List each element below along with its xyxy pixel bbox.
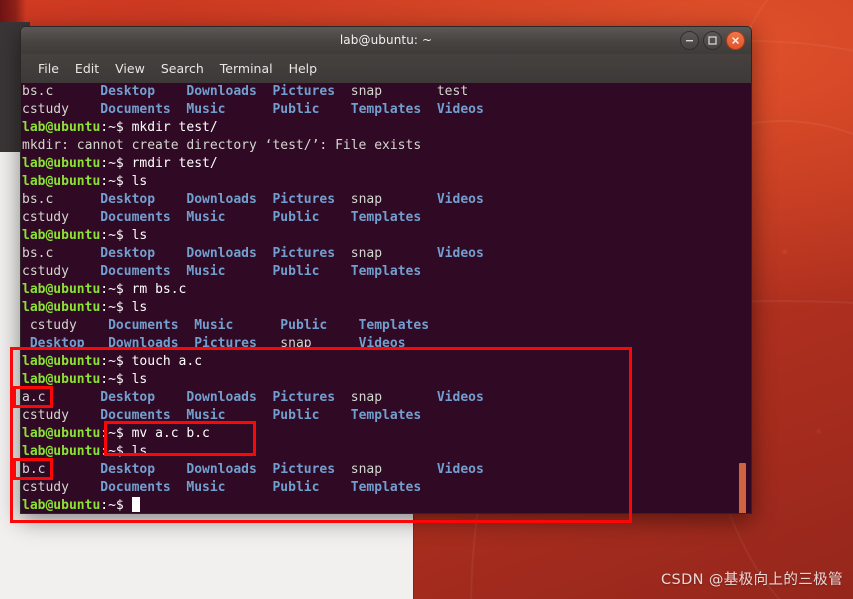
terminal-menubar: File Edit View Search Terminal Help (20, 54, 752, 83)
terminal-line: lab@ubuntu:~$ ls (22, 444, 148, 459)
terminal-line: b.c Desktop Downloads Pictures snap Vide… (22, 462, 484, 477)
maximize-button[interactable] (703, 31, 722, 50)
menu-search[interactable]: Search (153, 59, 212, 78)
close-icon (731, 36, 740, 45)
terminal-line: cstudy Documents Music Public Templates (22, 210, 437, 225)
terminal-line: bs.c Desktop Downloads Pictures snap Vid… (22, 192, 484, 207)
terminal-line: lab@ubuntu:~$ ls (22, 174, 148, 189)
terminal-line: lab@ubuntu:~$ ls (22, 228, 148, 243)
menu-edit[interactable]: Edit (67, 59, 107, 78)
terminal-line: mkdir: cannot create directory ‘test/’: … (22, 138, 422, 153)
terminal-line: cstudy Documents Music Public Templates (22, 408, 437, 423)
terminal-line: lab@ubuntu:~$ ls (22, 372, 148, 387)
terminal-line: cstudy Documents Music Public Templates (22, 480, 437, 495)
window-controls (680, 31, 745, 50)
terminal-line: cstudy Documents Music Public Templates (22, 264, 437, 279)
terminal-line: bs.c Desktop Downloads Pictures snap Vid… (22, 246, 484, 261)
menu-view[interactable]: View (107, 59, 153, 78)
terminal-line: cstudy Documents Music Public Templates … (22, 102, 484, 117)
terminal-line: lab@ubuntu:~$ mkdir test/ (22, 120, 218, 135)
menu-help[interactable]: Help (281, 59, 326, 78)
screen: lab@ubuntu: ~ File Edit View Search Term… (0, 0, 853, 599)
terminal-window[interactable]: lab@ubuntu: ~ File Edit View Search Term… (20, 26, 752, 514)
terminal-line: cstudy Documents Music Public Templates (29, 318, 430, 333)
terminal-scrollbar-thumb[interactable] (739, 463, 746, 513)
terminal-scrollbar[interactable] (739, 83, 749, 513)
menu-file[interactable]: File (30, 59, 67, 78)
close-button[interactable] (726, 31, 745, 50)
terminal-line: bs.c Desktop Downloads Pictures snap tes… (22, 84, 469, 99)
menu-terminal[interactable]: Terminal (212, 59, 281, 78)
terminal-line: Desktop Downloads Pictures snap Videos (29, 336, 406, 351)
watermark: CSDN @基极向上的三极管 (660, 572, 843, 588)
terminal-output-area[interactable]: bs.c Desktop Downloads Pictures snap tes… (20, 83, 752, 514)
window-title: lab@ubuntu: ~ (339, 33, 433, 47)
terminal-titlebar[interactable]: lab@ubuntu: ~ (20, 26, 752, 54)
terminal-line: lab@ubuntu:~$ ls (22, 300, 148, 315)
minimize-icon (685, 36, 694, 45)
terminal-line: lab@ubuntu:~$ rmdir test/ (22, 156, 218, 171)
minimize-button[interactable] (680, 31, 699, 50)
terminal-line: a.c Desktop Downloads Pictures snap Vide… (22, 390, 484, 405)
terminal-line: lab@ubuntu:~$ rm bs.c (22, 282, 187, 297)
terminal-line: lab@ubuntu:~$ touch a.c (22, 354, 203, 369)
terminal-text: bs.c Desktop Downloads Pictures snap tes… (22, 83, 484, 513)
maximize-icon (708, 36, 717, 45)
terminal-line: lab@ubuntu:~$ (22, 497, 484, 513)
terminal-line: lab@ubuntu:~$ mv a.c b.c (22, 426, 210, 441)
